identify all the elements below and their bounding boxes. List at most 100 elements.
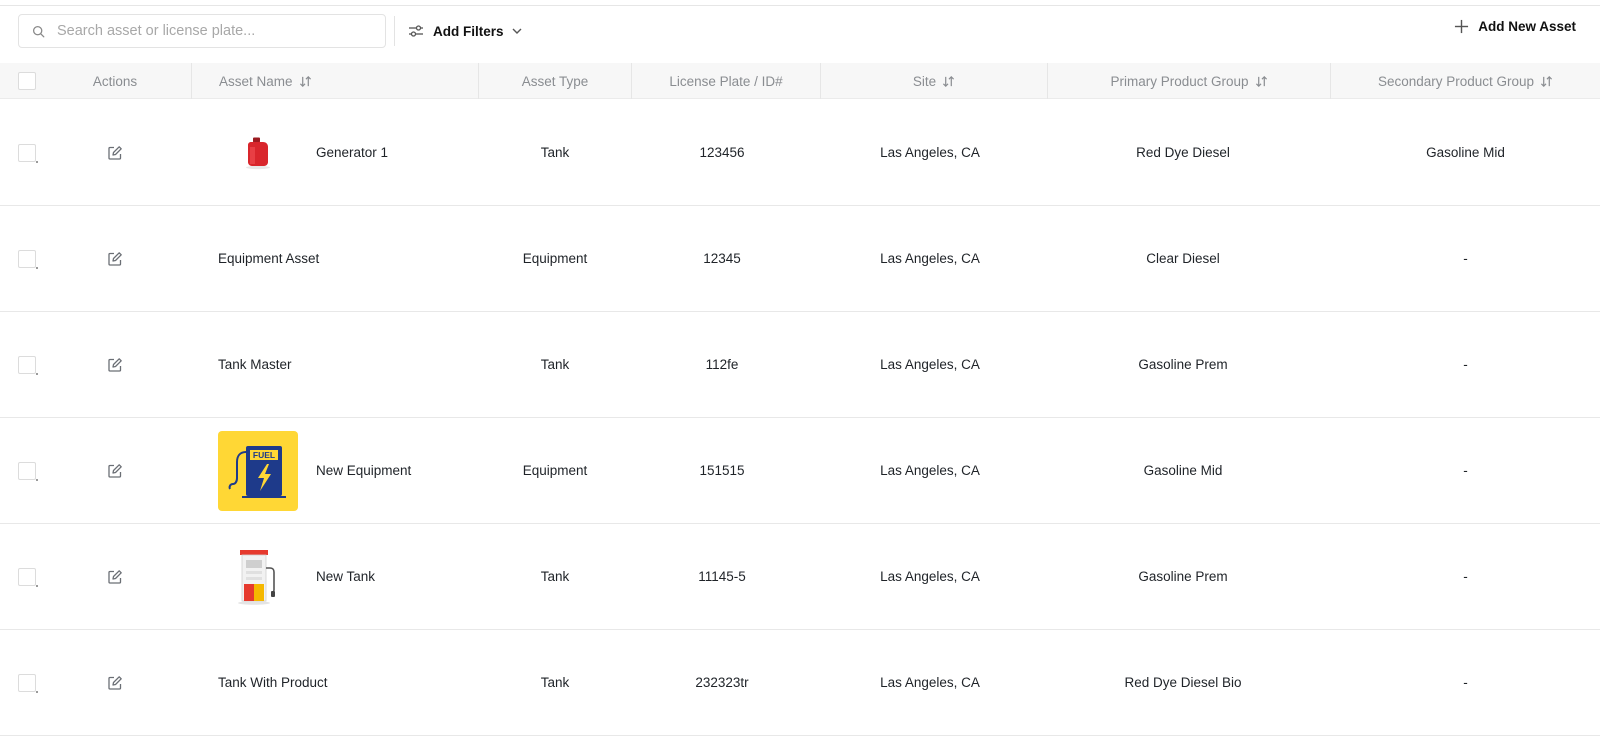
asset-name-cell: FUEL New Equipment bbox=[218, 418, 478, 523]
edit-icon[interactable] bbox=[107, 569, 123, 585]
header-secondary-product-group[interactable]: Secondary Product Group bbox=[1331, 63, 1600, 99]
asset-type: Equipment bbox=[522, 463, 588, 478]
asset-type-cell: Equipment bbox=[479, 206, 631, 311]
edit-icon[interactable] bbox=[107, 357, 123, 373]
fuel-sign-text: FUEL bbox=[253, 450, 275, 460]
primary-group-cell: Red Dye Diesel Bio bbox=[1048, 630, 1318, 735]
primary-product-group: Gasoline Prem bbox=[1138, 357, 1228, 372]
sliders-icon bbox=[409, 25, 423, 37]
edit-icon[interactable] bbox=[107, 463, 123, 479]
secondary-product-group: - bbox=[1463, 251, 1468, 266]
search-icon bbox=[32, 25, 45, 37]
license-plate: 11145-5 bbox=[698, 569, 746, 584]
table-row: Tank Master Tank 112fe Las Angeles, CA G… bbox=[0, 312, 1600, 418]
secondary-product-group: - bbox=[1463, 357, 1468, 372]
actions-cell bbox=[45, 630, 185, 735]
row-checkbox[interactable] bbox=[18, 355, 38, 375]
site-cell: Las Angeles, CA bbox=[821, 630, 1039, 735]
asset-type-cell: Tank bbox=[479, 312, 631, 417]
row-checkbox[interactable] bbox=[18, 461, 38, 481]
license-plate: 112fe bbox=[705, 357, 739, 372]
sort-icon[interactable] bbox=[942, 75, 955, 88]
edit-icon[interactable] bbox=[107, 251, 123, 267]
secondary-group-cell: - bbox=[1331, 206, 1600, 311]
primary-product-group: Gasoline Mid bbox=[1143, 463, 1223, 478]
row-checkbox-cell bbox=[18, 312, 38, 417]
site: Las Angeles, CA bbox=[880, 251, 980, 266]
edit-icon[interactable] bbox=[107, 145, 123, 161]
secondary-product-group: - bbox=[1463, 675, 1468, 690]
row-checkbox[interactable] bbox=[18, 143, 38, 163]
site-cell: Las Angeles, CA bbox=[821, 524, 1039, 629]
header-primary-product-group[interactable]: Primary Product Group bbox=[1048, 63, 1330, 99]
add-filters-button[interactable]: Add Filters bbox=[408, 20, 523, 42]
secondary-product-group: - bbox=[1463, 569, 1468, 584]
row-checkbox[interactable] bbox=[18, 249, 38, 269]
site-cell: Las Angeles, CA bbox=[821, 100, 1039, 205]
asset-name-cell: Tank Master bbox=[218, 312, 478, 417]
header-actions-label: Actions bbox=[92, 73, 138, 89]
table-row: New Tank Tank 11145-5 Las Angeles, CA Ga… bbox=[0, 524, 1600, 630]
license-plate: 232323tr bbox=[695, 675, 749, 690]
primary-product-group: Red Dye Diesel Bio bbox=[1124, 675, 1242, 690]
actions-cell bbox=[45, 312, 185, 417]
asset-type: Tank bbox=[540, 357, 570, 372]
primary-product-group: Clear Diesel bbox=[1146, 251, 1220, 266]
asset-type-cell: Equipment bbox=[479, 418, 631, 523]
primary-product-group: Red Dye Diesel bbox=[1136, 145, 1230, 160]
table-row: Tank With Product Tank 232323tr Las Ange… bbox=[0, 630, 1600, 736]
header-site[interactable]: Site bbox=[821, 63, 1047, 99]
secondary-product-group: Gasoline Mid bbox=[1426, 145, 1505, 160]
primary-product-group: Gasoline Prem bbox=[1138, 569, 1228, 584]
sort-icon[interactable] bbox=[299, 75, 312, 88]
asset-name: New Tank bbox=[316, 569, 376, 584]
primary-group-cell: Clear Diesel bbox=[1048, 206, 1318, 311]
header-primary-label: Primary Product Group bbox=[1110, 73, 1249, 89]
primary-group-cell: Red Dye Diesel bbox=[1048, 100, 1318, 205]
header-license: License Plate / ID# bbox=[632, 63, 820, 99]
asset-type: Tank bbox=[540, 145, 570, 160]
add-new-asset-button[interactable]: Add New Asset bbox=[1454, 19, 1576, 34]
asset-type: Tank bbox=[540, 569, 570, 584]
header-asset-name[interactable]: Asset Name bbox=[219, 63, 479, 99]
secondary-group-cell: - bbox=[1331, 630, 1600, 735]
red-gas-can-icon bbox=[218, 113, 298, 193]
license-plate: 151515 bbox=[699, 463, 745, 478]
add-new-asset-label: Add New Asset bbox=[1478, 19, 1576, 34]
row-checkbox-cell bbox=[18, 100, 38, 205]
header-actions: Actions bbox=[45, 63, 185, 99]
license-cell: 232323tr bbox=[632, 630, 812, 735]
row-checkbox[interactable] bbox=[18, 673, 38, 693]
actions-cell bbox=[45, 418, 185, 523]
site-cell: Las Angeles, CA bbox=[821, 206, 1039, 311]
search-input[interactable] bbox=[57, 23, 357, 39]
asset-type-cell: Tank bbox=[479, 100, 631, 205]
row-checkbox[interactable] bbox=[18, 567, 38, 587]
asset-name: Generator 1 bbox=[316, 145, 389, 160]
secondary-group-cell: Gasoline Mid bbox=[1331, 100, 1600, 205]
license-cell: 12345 bbox=[632, 206, 812, 311]
site: Las Angeles, CA bbox=[880, 675, 980, 690]
license-cell: 151515 bbox=[632, 418, 812, 523]
search-box[interactable] bbox=[18, 14, 386, 48]
header-asset-name-label: Asset Name bbox=[219, 73, 293, 89]
toolbar-divider bbox=[394, 16, 395, 46]
select-all-checkbox[interactable] bbox=[18, 72, 36, 90]
asset-name: New Equipment bbox=[316, 463, 412, 478]
asset-name-cell: Equipment Asset bbox=[218, 206, 478, 311]
header-asset-type-label: Asset Type bbox=[521, 73, 589, 89]
asset-name: Equipment Asset bbox=[218, 251, 320, 266]
sort-icon[interactable] bbox=[1540, 75, 1553, 88]
asset-type: Equipment bbox=[522, 251, 588, 266]
asset-type-cell: Tank bbox=[479, 630, 631, 735]
table-row: Generator 1 Tank 123456 Las Angeles, CA … bbox=[0, 100, 1600, 206]
header-site-label: Site bbox=[912, 73, 937, 89]
edit-icon[interactable] bbox=[107, 675, 123, 691]
asset-type: Tank bbox=[540, 675, 570, 690]
sort-icon[interactable] bbox=[1255, 75, 1268, 88]
asset-name-cell: Generator 1 bbox=[218, 100, 478, 205]
asset-name-cell: New Tank bbox=[218, 524, 478, 629]
asset-name: Tank Master bbox=[218, 357, 292, 372]
row-checkbox-cell bbox=[18, 418, 38, 523]
site-cell: Las Angeles, CA bbox=[821, 312, 1039, 417]
